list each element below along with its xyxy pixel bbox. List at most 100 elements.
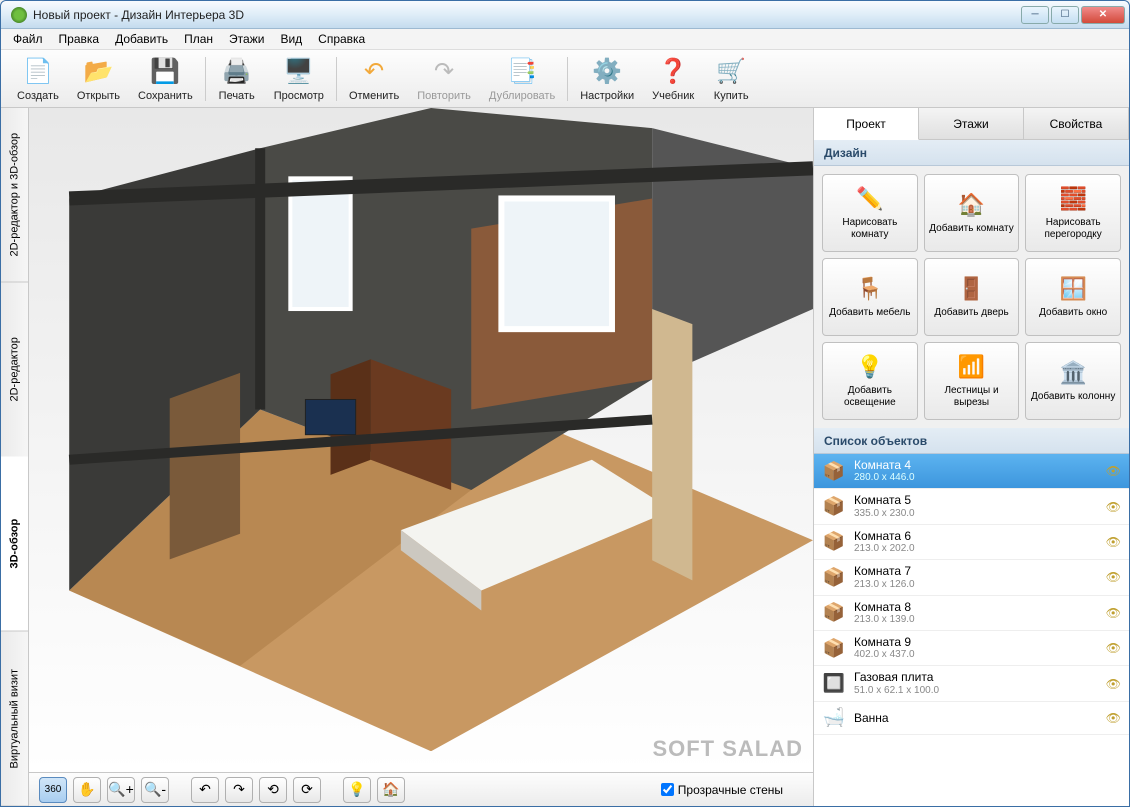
object-dimensions: 213.0 x 126.0 — [854, 579, 1098, 591]
object-type-icon: 📦 — [822, 459, 846, 483]
object-dimensions: 402.0 x 437.0 — [854, 649, 1098, 661]
rotate-right-button[interactable]: ↷ — [225, 777, 253, 803]
design-btn-stairs[interactable]: 📶 Лестницы и вырезы — [924, 342, 1020, 420]
design-btn-label: Нарисовать перегородку — [1030, 217, 1116, 241]
design-btn-label: Добавить освещение — [827, 385, 913, 409]
object-list[interactable]: 📦 Комната 4 280.0 x 446.0 👁📦 Комната 5 3… — [814, 454, 1129, 806]
object-dimensions: 213.0 x 139.0 — [854, 614, 1098, 626]
home-view-button[interactable]: 🏠 — [377, 777, 405, 803]
menu-add[interactable]: Добавить — [107, 30, 176, 48]
pan-button[interactable]: ✋ — [73, 777, 101, 803]
tab-properties[interactable]: Свойства — [1024, 108, 1129, 139]
duplicate-button[interactable]: 📑 Дублировать — [485, 54, 559, 104]
object-list-item[interactable]: 📦 Комната 8 213.0 x 139.0 👁 — [814, 596, 1129, 631]
visibility-eye-icon[interactable]: 👁 — [1106, 570, 1121, 584]
object-type-icon: 📦 — [822, 636, 846, 660]
object-type-icon: 📦 — [822, 530, 846, 554]
tab-2d-3d-combined[interactable]: 2D-редактор и 3D-обзор — [1, 108, 28, 283]
object-type-icon: 📦 — [822, 565, 846, 589]
tutorial-button[interactable]: ❓ Учебник — [648, 54, 698, 104]
menu-floors[interactable]: Этажи — [221, 30, 272, 48]
redo-button[interactable]: ↷ Повторить — [413, 54, 475, 104]
design-btn-furniture[interactable]: 🪑 Добавить мебель — [822, 258, 918, 336]
stairs-icon: 📶 — [957, 353, 985, 381]
visibility-eye-icon[interactable]: 👁 — [1106, 464, 1121, 478]
cart-icon: 🛒 — [715, 56, 747, 88]
object-name: Ванна — [854, 711, 1098, 725]
visibility-eye-icon[interactable]: 👁 — [1106, 711, 1121, 725]
save-button[interactable]: 💾 Сохранить — [134, 54, 197, 104]
object-name: Комната 8 — [854, 600, 1098, 614]
object-list-item[interactable]: 📦 Комната 4 280.0 x 446.0 👁 — [814, 454, 1129, 489]
3d-canvas[interactable]: SOFT SALAD — [29, 108, 813, 772]
transparent-walls-input[interactable] — [661, 783, 674, 796]
settings-button[interactable]: ⚙️ Настройки — [576, 54, 638, 104]
add-room-icon: 🏠 — [957, 191, 985, 219]
object-dimensions: 213.0 x 202.0 — [854, 543, 1098, 555]
object-name: Комната 6 — [854, 529, 1098, 543]
design-btn-label: Добавить колонну — [1031, 391, 1115, 403]
tab-3d-view[interactable]: 3D-обзор — [1, 457, 28, 632]
light-toggle-button[interactable]: 💡 — [343, 777, 371, 803]
menu-help[interactable]: Справка — [310, 30, 373, 48]
object-list-item[interactable]: 📦 Комната 9 402.0 x 437.0 👁 — [814, 631, 1129, 666]
object-dimensions: 280.0 x 446.0 — [854, 472, 1098, 484]
object-list-item[interactable]: 🛁 Ванна 👁 — [814, 702, 1129, 735]
design-btn-draw-room[interactable]: ✏️ Нарисовать комнату — [822, 174, 918, 252]
design-btn-door[interactable]: 🚪 Добавить дверь — [924, 258, 1020, 336]
rotate-360-button[interactable]: 360 — [39, 777, 67, 803]
viewport: SOFT SALAD 360 ✋ 🔍+ 🔍- ↶ ↷ ⟲ ⟳ 💡 🏠 Прозр… — [29, 108, 813, 806]
design-btn-window[interactable]: 🪟 Добавить окно — [1025, 258, 1121, 336]
object-type-icon: 🛁 — [822, 706, 846, 730]
undo-button[interactable]: ↶ Отменить — [345, 54, 403, 104]
buy-button[interactable]: 🛒 Купить — [708, 54, 754, 104]
menu-plan[interactable]: План — [176, 30, 221, 48]
create-button[interactable]: 📄 Создать — [13, 54, 63, 104]
menu-file[interactable]: Файл — [5, 30, 51, 48]
maximize-button[interactable]: ☐ — [1051, 6, 1079, 24]
orbit-right-button[interactable]: ⟳ — [293, 777, 321, 803]
furniture-icon: 🪑 — [856, 275, 884, 303]
object-list-item[interactable]: 📦 Комната 7 213.0 x 126.0 👁 — [814, 560, 1129, 595]
design-btn-draw-wall[interactable]: 🧱 Нарисовать перегородку — [1025, 174, 1121, 252]
design-btn-label: Лестницы и вырезы — [929, 385, 1015, 409]
object-list-item[interactable]: 📦 Комната 5 335.0 x 230.0 👁 — [814, 489, 1129, 524]
tab-project[interactable]: Проект — [814, 108, 919, 140]
design-btn-add-room[interactable]: 🏠 Добавить комнату — [924, 174, 1020, 252]
rotate-left-button[interactable]: ↶ — [191, 777, 219, 803]
object-name: Газовая плита — [854, 670, 1098, 684]
object-name: Комната 7 — [854, 564, 1098, 578]
draw-room-icon: ✏️ — [856, 185, 884, 213]
titlebar: Новый проект - Дизайн Интерьера 3D ─ ☐ ✕ — [1, 1, 1129, 29]
tab-virtual-visit[interactable]: Виртуальный визит — [1, 632, 28, 807]
close-button[interactable]: ✕ — [1081, 6, 1125, 24]
visibility-eye-icon[interactable]: 👁 — [1106, 500, 1121, 514]
tab-2d-editor[interactable]: 2D-редактор — [1, 283, 28, 458]
orbit-left-button[interactable]: ⟲ — [259, 777, 287, 803]
print-button[interactable]: 🖨️ Печать — [214, 54, 260, 104]
visibility-eye-icon[interactable]: 👁 — [1106, 606, 1121, 620]
visibility-eye-icon[interactable]: 👁 — [1106, 677, 1121, 691]
window-icon: 🪟 — [1059, 275, 1087, 303]
preview-button[interactable]: 🖥️ Просмотр — [270, 54, 328, 104]
menu-edit[interactable]: Правка — [51, 30, 108, 48]
design-btn-light[interactable]: 💡 Добавить освещение — [822, 342, 918, 420]
object-type-icon: 📦 — [822, 601, 846, 625]
transparent-walls-checkbox[interactable]: Прозрачные стены — [661, 783, 783, 797]
app-icon — [11, 7, 27, 23]
design-btn-label: Нарисовать комнату — [827, 217, 913, 241]
minimize-button[interactable]: ─ — [1021, 6, 1049, 24]
object-list-item[interactable]: 📦 Комната 6 213.0 x 202.0 👁 — [814, 525, 1129, 560]
menu-view[interactable]: Вид — [272, 30, 310, 48]
objects-section-header: Список объектов — [814, 428, 1129, 454]
zoom-in-button[interactable]: 🔍+ — [107, 777, 135, 803]
design-btn-column[interactable]: 🏛️ Добавить колонну — [1025, 342, 1121, 420]
zoom-out-button[interactable]: 🔍- — [141, 777, 169, 803]
visibility-eye-icon[interactable]: 👁 — [1106, 535, 1121, 549]
tab-floors[interactable]: Этажи — [919, 108, 1024, 139]
design-actions-grid: ✏️ Нарисовать комнату🏠 Добавить комнату🧱… — [814, 166, 1129, 428]
door-icon: 🚪 — [957, 275, 985, 303]
object-list-item[interactable]: 🔲 Газовая плита 51.0 x 62.1 x 100.0 👁 — [814, 666, 1129, 701]
visibility-eye-icon[interactable]: 👁 — [1106, 641, 1121, 655]
open-button[interactable]: 📂 Открыть — [73, 54, 124, 104]
